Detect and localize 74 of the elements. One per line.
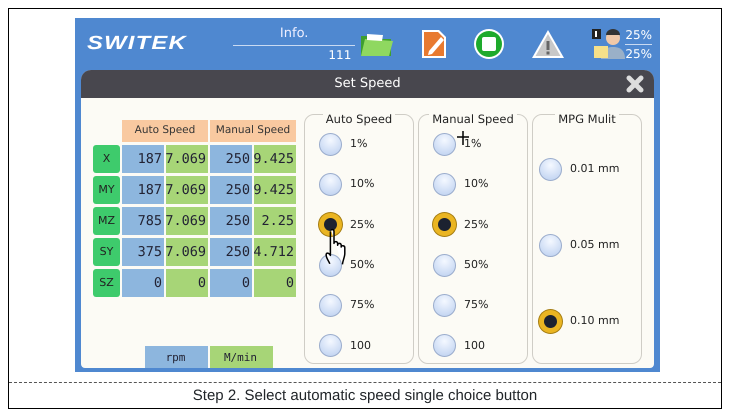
user-icon[interactable] (591, 28, 626, 60)
spindle-override: 25% (625, 46, 652, 62)
radio-button[interactable] (433, 132, 456, 156)
option-label: 100 (464, 338, 485, 354)
rpm-cell: 375 (122, 238, 164, 266)
axis-label: X (93, 145, 120, 173)
radio-button[interactable] (433, 254, 456, 277)
speed-cell: 7.069 (166, 207, 208, 235)
radio-button[interactable] (319, 254, 342, 277)
logo: SWITEK (87, 32, 188, 56)
speed-cell: 9.425 (254, 176, 296, 204)
dialog-title: Set Speed (334, 75, 401, 94)
option-label: 1% (464, 136, 482, 152)
rpm-cell: 0 (210, 269, 252, 297)
rpm-cell: 250 (210, 238, 252, 266)
speed-cell: 7.069 (166, 238, 208, 266)
radio-button[interactable] (539, 234, 562, 256)
option-label: 50% (350, 256, 374, 273)
option-label: 1% (350, 136, 368, 152)
feed-override: 25% (625, 26, 652, 44)
option-label: 100 (350, 338, 371, 354)
stop-icon[interactable] (473, 28, 506, 60)
axis-label: SY (93, 238, 120, 266)
option-label: 0.01 mm (570, 160, 620, 177)
radio-button[interactable] (319, 213, 342, 236)
speed-cell: 4.712 (254, 238, 296, 266)
radio-button[interactable] (319, 334, 342, 358)
option-label: 75% (350, 297, 374, 314)
option-label: 10% (464, 176, 488, 192)
speed-cell: 7.069 (166, 176, 208, 204)
rpm-cell: 0 (122, 269, 164, 297)
radio-button[interactable] (433, 334, 456, 358)
close-icon[interactable] (626, 75, 644, 93)
rpm-cell: 785 (122, 207, 164, 235)
radio-button[interactable] (433, 213, 456, 236)
option-label: 50% (464, 256, 488, 273)
radio-button[interactable] (319, 172, 342, 196)
speed-cell: 0 (166, 269, 208, 297)
info-value: 111 (327, 47, 352, 64)
group-title: MPG Mulit (555, 112, 619, 126)
warning-icon[interactable] (531, 29, 566, 59)
rpm-cell: 250 (210, 176, 252, 204)
speed-cell: 2.25 (254, 207, 296, 235)
info-label: Info. (233, 24, 356, 46)
option-label: 25% (464, 216, 488, 233)
unit-label: M/min (210, 346, 273, 368)
radio-button[interactable] (433, 294, 456, 318)
option-label: 10% (350, 176, 374, 192)
group-title: Auto Speed (322, 112, 396, 126)
rpm-cell: 187 (122, 176, 164, 204)
speed-cell: 7.069 (166, 145, 208, 173)
speed-cell: 0 (254, 269, 296, 297)
speed-cell: 9.425 (254, 145, 296, 173)
option-label: 0.10 mm (570, 312, 620, 329)
radio-button[interactable] (539, 310, 562, 332)
unit-label: rpm (145, 346, 208, 368)
axis-label: MZ (93, 207, 120, 235)
rpm-cell: 187 (122, 145, 164, 173)
radio-button[interactable] (539, 158, 562, 180)
axis-label: MY (93, 176, 120, 204)
column-header: Manual Speed (210, 120, 296, 142)
caption: Step 2. Select automatic speed single choice button (9, 382, 721, 408)
option-label: 25% (350, 216, 374, 233)
radio-button[interactable] (319, 132, 342, 156)
column-header: Auto Speed (122, 120, 208, 142)
edit-document-icon[interactable] (421, 29, 448, 59)
axis-label: SZ (93, 269, 120, 297)
option-label: 75% (464, 297, 488, 314)
group-title: Manual Speed (429, 112, 517, 126)
rpm-cell: 250 (210, 145, 252, 173)
rpm-cell: 250 (210, 207, 252, 235)
option-label: 0.05 mm (570, 236, 620, 253)
radio-button[interactable] (433, 172, 456, 196)
radio-button[interactable] (319, 294, 342, 318)
